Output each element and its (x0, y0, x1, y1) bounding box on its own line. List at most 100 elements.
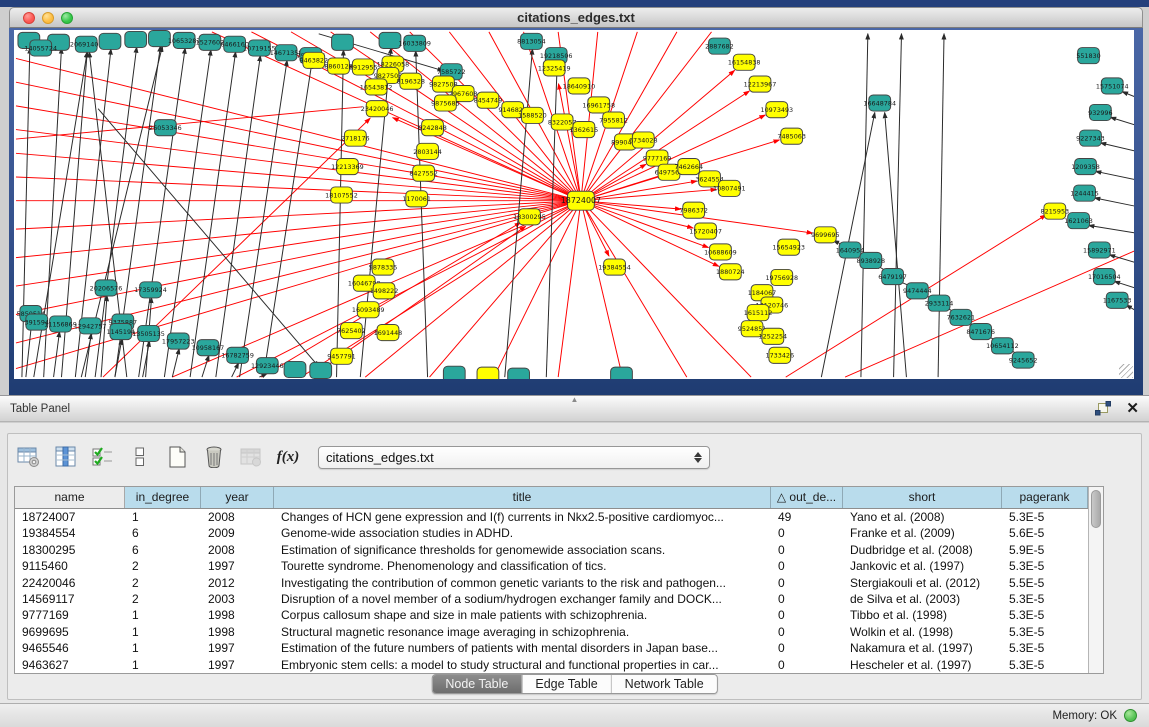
table-cell[interactable]: Embryonic stem cells: a model to study s… (274, 657, 771, 673)
table-cell[interactable]: Genome-wide association studies in ADHD. (274, 525, 771, 541)
table-row[interactable]: 2242004622012Investigating the contribut… (15, 575, 1088, 591)
table-panel-header[interactable]: ▲ Table Panel ✕ (0, 395, 1149, 422)
table-row[interactable]: 1830029562008Estimation of significance … (15, 542, 1088, 558)
scrollbar-thumb[interactable] (1091, 490, 1101, 528)
column-header-name[interactable]: name (15, 487, 125, 508)
table-cell[interactable]: 1 (125, 624, 201, 640)
table-cell[interactable]: 18300295 (15, 542, 125, 558)
table-cell[interactable]: 1 (125, 657, 201, 673)
table-cell[interactable]: 2 (125, 575, 201, 591)
float-panel-icon[interactable] (1094, 401, 1112, 417)
zoom-window-button[interactable] (61, 12, 73, 24)
close-window-button[interactable] (23, 12, 35, 24)
network-window-titlebar[interactable]: citations_edges.txt (9, 7, 1143, 28)
table-cell[interactable]: 1997 (201, 640, 274, 656)
table-cell[interactable]: 2003 (201, 591, 274, 607)
table-cell[interactable]: Investigating the contribution of common… (274, 575, 771, 591)
table-cell[interactable]: Jankovic et al. (1997) (843, 558, 1002, 574)
table-vertical-scrollbar[interactable] (1088, 487, 1103, 673)
column-header-title[interactable]: title (274, 487, 771, 508)
table-cell[interactable]: 5.3E-5 (1002, 607, 1088, 623)
table-cell[interactable]: 2 (125, 591, 201, 607)
table-cell[interactable]: Estimation of the future numbers of pati… (274, 640, 771, 656)
table-select-dropdown[interactable]: citations_edges.txt (318, 446, 710, 469)
table-cell[interactable]: Corpus callosum shape and size in male p… (274, 607, 771, 623)
table-cell[interactable]: 2009 (201, 525, 274, 541)
table-cell[interactable]: 22420046 (15, 575, 125, 591)
table-cell[interactable]: 1997 (201, 558, 274, 574)
table-cell[interactable]: 5.3E-5 (1002, 558, 1088, 574)
graph-node[interactable] (284, 361, 306, 377)
table-row[interactable]: 1938455462009Genome-wide association stu… (15, 525, 1088, 541)
table-cell[interactable]: 9699695 (15, 624, 125, 640)
table-cell[interactable]: 0 (771, 525, 843, 541)
table-cell[interactable]: 5.9E-5 (1002, 542, 1088, 558)
column-header-short[interactable]: short (843, 487, 1002, 508)
delete-columns-icon[interactable] (201, 444, 227, 470)
table-cell[interactable]: 18724007 (15, 509, 125, 525)
table-cell[interactable]: Nakamura et al. (1997) (843, 640, 1002, 656)
table-cell[interactable]: Tibbo et al. (1998) (843, 607, 1002, 623)
table-cell[interactable]: Franke et al. (2009) (843, 525, 1002, 541)
table-cell[interactable]: 6 (125, 525, 201, 541)
table-cell[interactable]: 0 (771, 591, 843, 607)
table-cell[interactable]: 0 (771, 657, 843, 673)
table-row[interactable]: 911546021997Tourette syndrome. Phenomeno… (15, 558, 1088, 574)
table-cell[interactable]: 1998 (201, 624, 274, 640)
table-cell[interactable]: 0 (771, 624, 843, 640)
column-header-pagerank[interactable]: pagerank (1002, 487, 1088, 508)
table-cell[interactable]: 5.5E-5 (1002, 575, 1088, 591)
table-cell[interactable]: 0 (771, 607, 843, 623)
function-builder-icon[interactable]: f(x) (275, 444, 301, 470)
table-cell[interactable]: 2008 (201, 542, 274, 558)
table-cell[interactable]: 9463627 (15, 657, 125, 673)
table-cell[interactable]: 1997 (201, 657, 274, 673)
table-row[interactable]: 946362711997Embryonic stem cells: a mode… (15, 657, 1088, 673)
table-cell[interactable]: Disruption of a novel member of a sodium… (274, 591, 771, 607)
graph-node[interactable] (310, 362, 332, 378)
table-cell[interactable]: 1 (125, 607, 201, 623)
table-cell[interactable]: Stergiakouli et al. (2012) (843, 575, 1002, 591)
show-columns-icon[interactable] (53, 444, 79, 470)
table-cell[interactable]: 5.3E-5 (1002, 624, 1088, 640)
graph-node[interactable] (477, 367, 499, 379)
table-cell[interactable]: 1 (125, 509, 201, 525)
new-column-icon[interactable] (164, 444, 190, 470)
table-cell[interactable]: 9465546 (15, 640, 125, 656)
graph-node[interactable] (99, 33, 121, 49)
tab-node-table[interactable]: Node Table (432, 675, 521, 693)
citation-network-graph[interactable]: 2069140610653287152760264661601071915514… (14, 30, 1134, 379)
table-mode-icon[interactable] (16, 444, 42, 470)
table-cell[interactable]: 9115460 (15, 558, 125, 574)
column-header-out-de-[interactable]: △ out_de... (771, 487, 843, 508)
table-cell[interactable]: Estimation of significance thresholds fo… (274, 542, 771, 558)
table-cell[interactable]: 5.3E-5 (1002, 591, 1088, 607)
table-cell[interactable]: Tourette syndrome. Phenomenology and cla… (274, 558, 771, 574)
tab-network-table[interactable]: Network Table (611, 675, 717, 693)
table-cell[interactable]: 2 (125, 558, 201, 574)
table-row[interactable]: 1456911722003Disruption of a novel membe… (15, 591, 1088, 607)
select-all-icon[interactable] (90, 444, 116, 470)
table-cell[interactable]: 14569117 (15, 591, 125, 607)
table-cell[interactable]: Dudbridge et al. (2008) (843, 542, 1002, 558)
table-cell[interactable]: de Silva et al. (2003) (843, 591, 1002, 607)
table-cell[interactable]: 0 (771, 575, 843, 591)
table-cell[interactable]: Structural magnetic resonance image aver… (274, 624, 771, 640)
table-cell[interactable]: Changes of HCN gene expression and I(f) … (274, 509, 771, 525)
table-cell[interactable]: 5.3E-5 (1002, 640, 1088, 656)
column-header-in-degree[interactable]: in_degree (125, 487, 201, 508)
table-cell[interactable]: 1998 (201, 607, 274, 623)
table-cell[interactable]: 2008 (201, 509, 274, 525)
close-panel-icon[interactable]: ✕ (1126, 401, 1139, 417)
table-cell[interactable]: Yano et al. (2008) (843, 509, 1002, 525)
graph-node[interactable] (125, 31, 147, 47)
splitter-handle-icon[interactable]: ▲ (571, 396, 579, 404)
network-canvas[interactable]: 2069140610653287152760264661601071915514… (14, 30, 1134, 379)
graph-node[interactable] (508, 368, 530, 379)
table-cell[interactable]: 5.3E-5 (1002, 509, 1088, 525)
table-cell[interactable]: Wolkin et al. (1998) (843, 624, 1002, 640)
table-row[interactable]: 977716911998Corpus callosum shape and si… (15, 607, 1088, 623)
table-cell[interactable]: 49 (771, 509, 843, 525)
graph-node[interactable] (443, 366, 465, 379)
table-cell[interactable]: 19384554 (15, 525, 125, 541)
